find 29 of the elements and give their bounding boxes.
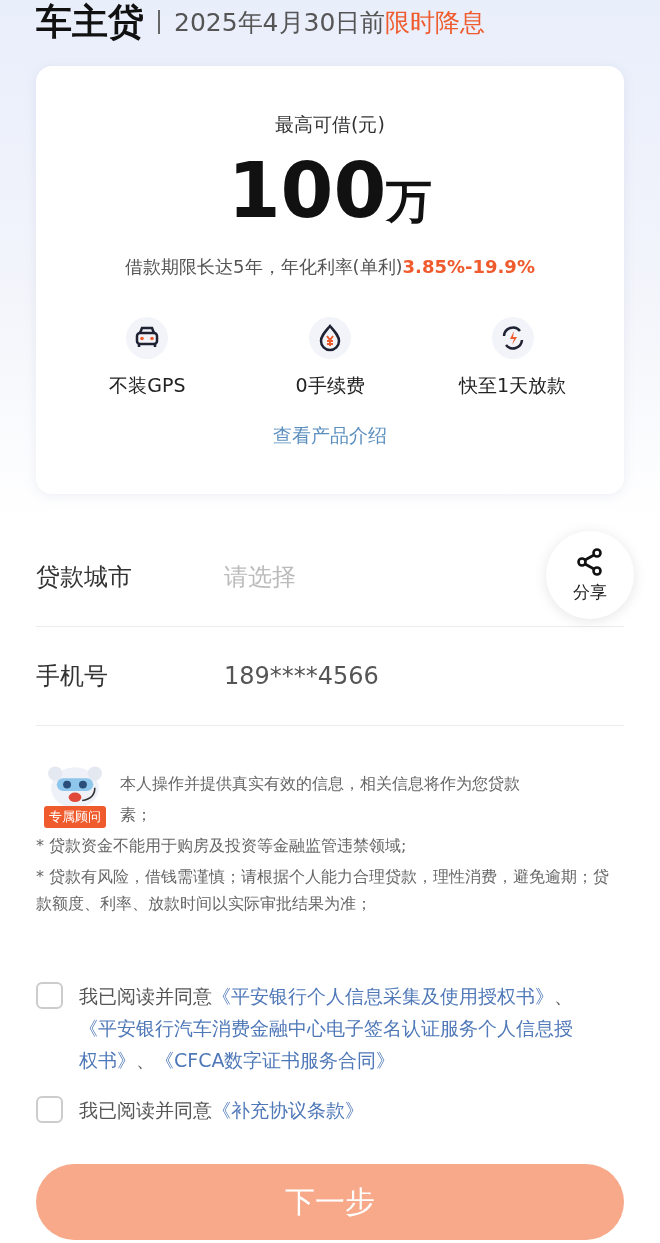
loan-terms: 借款期限长达5年，年化利率(单利)3.85%-19.9% <box>125 255 535 279</box>
notice-text: 本人操作并提供真实有效的信息，相关信息将作为您贷款 <box>120 773 521 795</box>
yuan-drop-icon <box>309 317 351 359</box>
limit-label: 最高可借(元) <box>275 112 385 137</box>
input-field[interactable]: 189****4566 <box>222 661 482 691</box>
promo-highlight: 限时降息 <box>385 6 486 39</box>
field-label: 手机号 <box>36 661 109 692</box>
advisor-badge[interactable]: 专属顾问 <box>44 806 106 828</box>
notice-text: * 贷款有风险，借钱需谨慎；请根据个人能力合理贷款，理性消费，避免逾期；贷款额度、利率、放款时间以实际审批结果为准； <box>36 866 611 915</box>
feature-label: 不装GPS <box>109 373 186 398</box>
agreement-text: 我已阅读并同意《平安银行个人信息采集及使用授权书》、 《平安银行汽车消费金融中心电子签名认证服务个人信息授权书》、《CFCA数字证书服务合同》 <box>79 984 574 1073</box>
car-icon <box>126 317 169 359</box>
amount-unit: 万 <box>386 173 433 230</box>
input-field[interactable]: 请选择 <box>222 562 482 592</box>
notice-text: * 贷款资金不能用于购房及投资等金融监管违禁领域; <box>36 835 408 857</box>
promo-date: 2025年4月30日前 <box>174 6 386 39</box>
product-intro-link[interactable]: 查看产品介绍 <box>273 423 387 449</box>
checkbox[interactable] <box>36 1096 63 1123</box>
page-title: 车主贷 <box>36 2 144 42</box>
notice-text: 素； <box>120 804 153 826</box>
field-label: 贷款城市 <box>36 562 133 593</box>
share-button[interactable]: 分享 <box>546 531 634 619</box>
agreement-text: 我已阅读并同意《补充协议条款》 <box>79 1098 364 1123</box>
lightning-cycle-icon <box>491 317 534 359</box>
feature-label: 快至1天放款 <box>459 373 567 398</box>
checkbox[interactable] <box>36 982 63 1009</box>
share-icon <box>575 546 605 577</box>
feature-label: 0手续费 <box>295 373 365 398</box>
amount-number: 100 <box>227 150 387 232</box>
